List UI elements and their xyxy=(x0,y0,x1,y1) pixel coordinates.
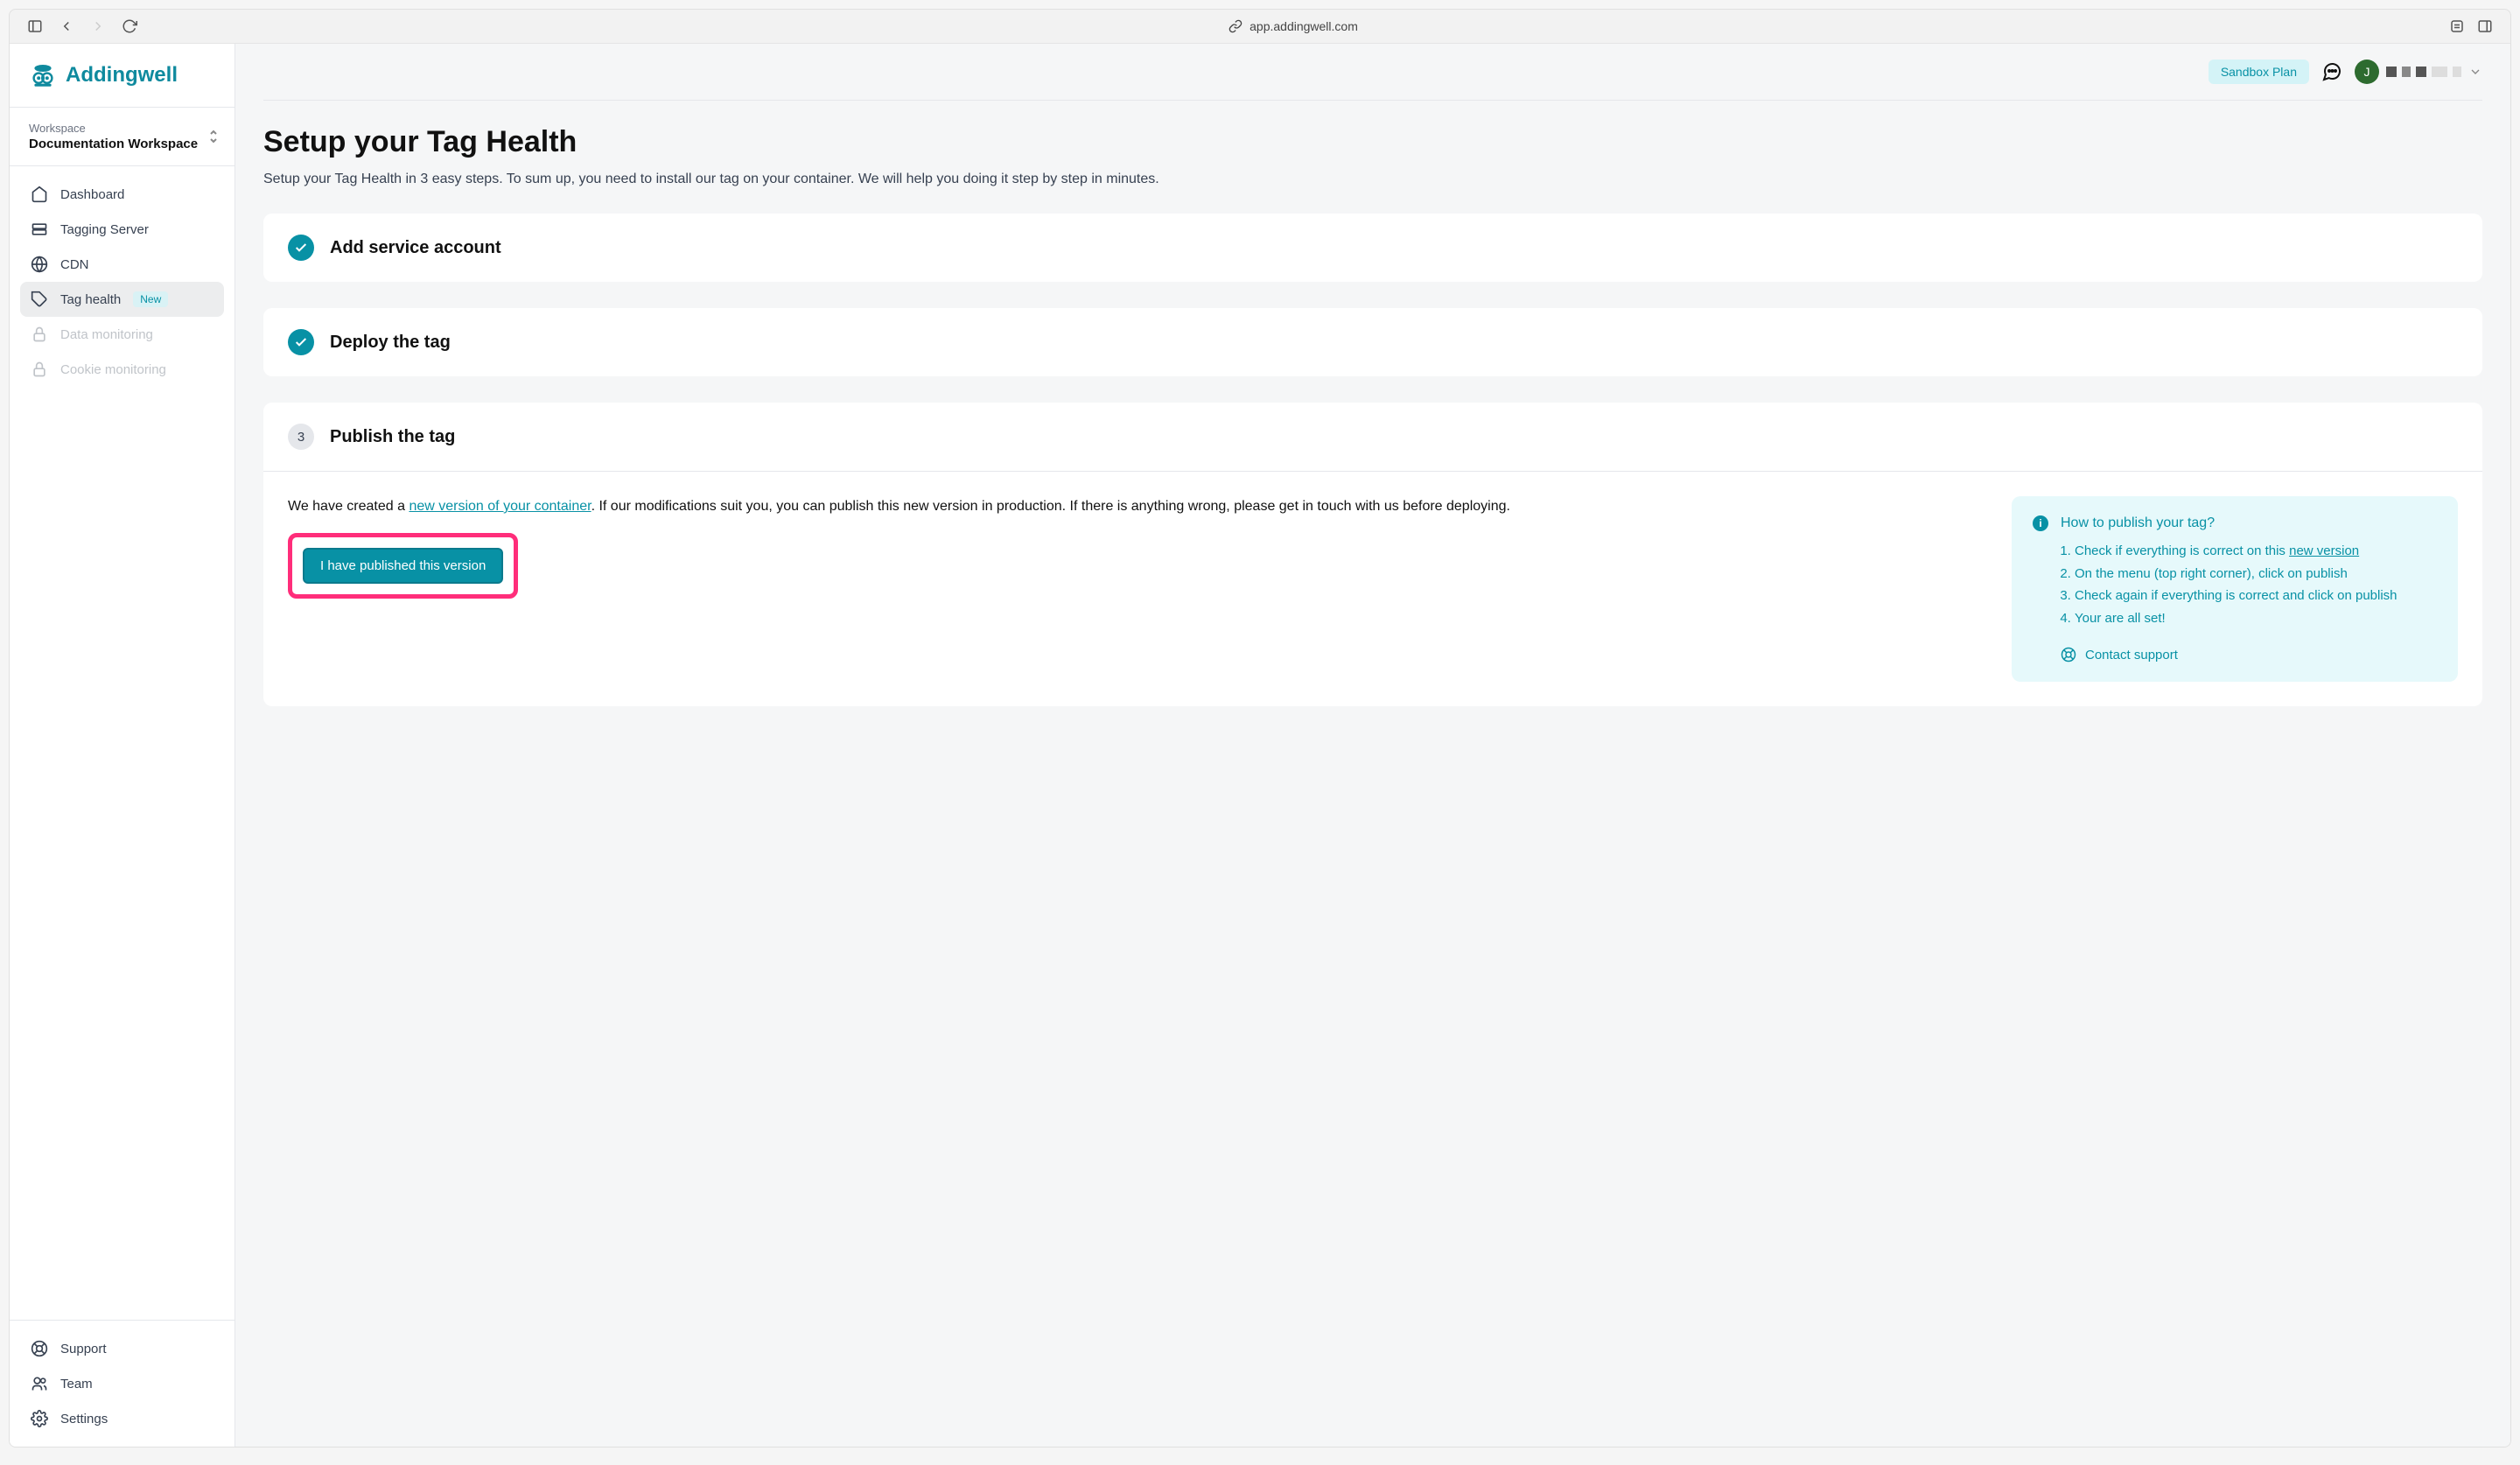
url-bar[interactable]: app.addingwell.com xyxy=(1228,19,1358,33)
top-bar: Sandbox Plan J xyxy=(263,44,2482,101)
plan-badge[interactable]: Sandbox Plan xyxy=(2208,60,2309,84)
sidebar-item-dashboard[interactable]: Dashboard xyxy=(20,177,224,212)
reload-icon[interactable] xyxy=(122,18,137,34)
user-name-redacted xyxy=(2386,67,2461,77)
page-subtitle: Setup your Tag Health in 3 easy steps. T… xyxy=(263,172,2482,187)
brand-name: Addingwell xyxy=(66,63,178,88)
sidebar-item-tagging-server[interactable]: Tagging Server xyxy=(20,212,224,247)
sidebar: Addingwell Workspace Documentation Works… xyxy=(10,44,235,1447)
info-steps-list: Check if everything is correct on this n… xyxy=(2033,540,2437,629)
check-icon xyxy=(288,329,314,355)
nav-label: Settings xyxy=(60,1412,108,1426)
url-text: app.addingwell.com xyxy=(1250,19,1358,33)
sidebar-item-support[interactable]: Support xyxy=(20,1331,224,1366)
reader-icon[interactable] xyxy=(2449,18,2465,34)
lifebuoy-icon xyxy=(2061,647,2076,662)
step-card-1: Add service account xyxy=(263,214,2482,282)
nav-label: Support xyxy=(60,1342,107,1356)
panel-icon[interactable] xyxy=(2477,18,2493,34)
step-card-2: Deploy the tag xyxy=(263,308,2482,376)
list-item: Check again if everything is correct and… xyxy=(2075,585,2437,607)
chevron-updown-icon xyxy=(208,130,219,144)
lock-icon xyxy=(31,361,48,378)
gear-icon xyxy=(31,1410,48,1427)
lifebuoy-icon xyxy=(31,1340,48,1357)
list-item: Your are all set! xyxy=(2075,607,2437,630)
new-version-link[interactable]: new version xyxy=(2289,543,2359,558)
back-icon[interactable] xyxy=(59,18,74,34)
step-description: We have created a new version of your co… xyxy=(288,496,1970,517)
sidebar-item-settings[interactable]: Settings xyxy=(20,1401,224,1436)
info-title: How to publish your tag? xyxy=(2061,515,2215,531)
sidebar-item-cookie-monitoring: Cookie monitoring xyxy=(20,352,224,387)
step-title: Publish the tag xyxy=(330,427,455,447)
nav-label: CDN xyxy=(60,257,89,272)
nav-label: Team xyxy=(60,1377,93,1391)
nav-label: Tagging Server xyxy=(60,222,149,237)
chevron-down-icon xyxy=(2468,65,2482,79)
check-icon xyxy=(288,235,314,261)
users-icon xyxy=(31,1375,48,1392)
chat-icon[interactable] xyxy=(2321,61,2342,82)
step-title: Add service account xyxy=(330,238,501,258)
sidebar-item-team[interactable]: Team xyxy=(20,1366,224,1401)
sidebar-toggle-icon[interactable] xyxy=(27,18,43,34)
main-content: Sandbox Plan J Setup your Tag Health Set… xyxy=(235,44,2510,1447)
highlight-annotation: I have published this version xyxy=(288,533,518,599)
sidebar-item-data-monitoring: Data monitoring xyxy=(20,317,224,352)
sidebar-item-cdn[interactable]: CDN xyxy=(20,247,224,282)
list-item: On the menu (top right corner), click on… xyxy=(2075,563,2437,585)
logo[interactable]: Addingwell xyxy=(29,61,215,89)
nav-label: Cookie monitoring xyxy=(60,362,166,377)
sidebar-item-tag-health[interactable]: Tag health New xyxy=(20,282,224,317)
contact-support-link[interactable]: Contact support xyxy=(2061,647,2437,662)
step-number: 3 xyxy=(288,424,314,450)
home-icon xyxy=(31,186,48,203)
logo-icon xyxy=(29,61,57,89)
server-icon xyxy=(31,221,48,238)
lock-icon xyxy=(31,326,48,343)
nav-label: Data monitoring xyxy=(60,327,153,342)
info-box: i How to publish your tag? Check if ever… xyxy=(2012,496,2458,682)
step-card-3: 3 Publish the tag We have created a new … xyxy=(263,403,2482,706)
workspace-label: Workspace xyxy=(29,122,215,135)
forward-icon xyxy=(90,18,106,34)
info-icon: i xyxy=(2033,515,2048,531)
tag-icon xyxy=(31,291,48,308)
workspace-name: Documentation Workspace xyxy=(29,137,215,151)
link-icon xyxy=(1228,19,1242,33)
avatar: J xyxy=(2355,60,2379,84)
browser-toolbar: app.addingwell.com xyxy=(10,10,2510,44)
step-title: Deploy the tag xyxy=(330,333,451,353)
nav-label: Dashboard xyxy=(60,187,124,202)
nav-label: Tag health xyxy=(60,292,121,307)
contact-support-label: Contact support xyxy=(2085,648,2178,662)
published-button[interactable]: I have published this version xyxy=(303,548,503,584)
globe-icon xyxy=(31,256,48,273)
user-menu[interactable]: J xyxy=(2355,60,2482,84)
workspace-selector[interactable]: Workspace Documentation Workspace xyxy=(10,108,234,166)
container-version-link[interactable]: new version of your container xyxy=(409,499,591,514)
list-item: Check if everything is correct on this n… xyxy=(2075,540,2437,563)
new-badge: New xyxy=(133,291,168,307)
page-title: Setup your Tag Health xyxy=(263,125,2482,159)
